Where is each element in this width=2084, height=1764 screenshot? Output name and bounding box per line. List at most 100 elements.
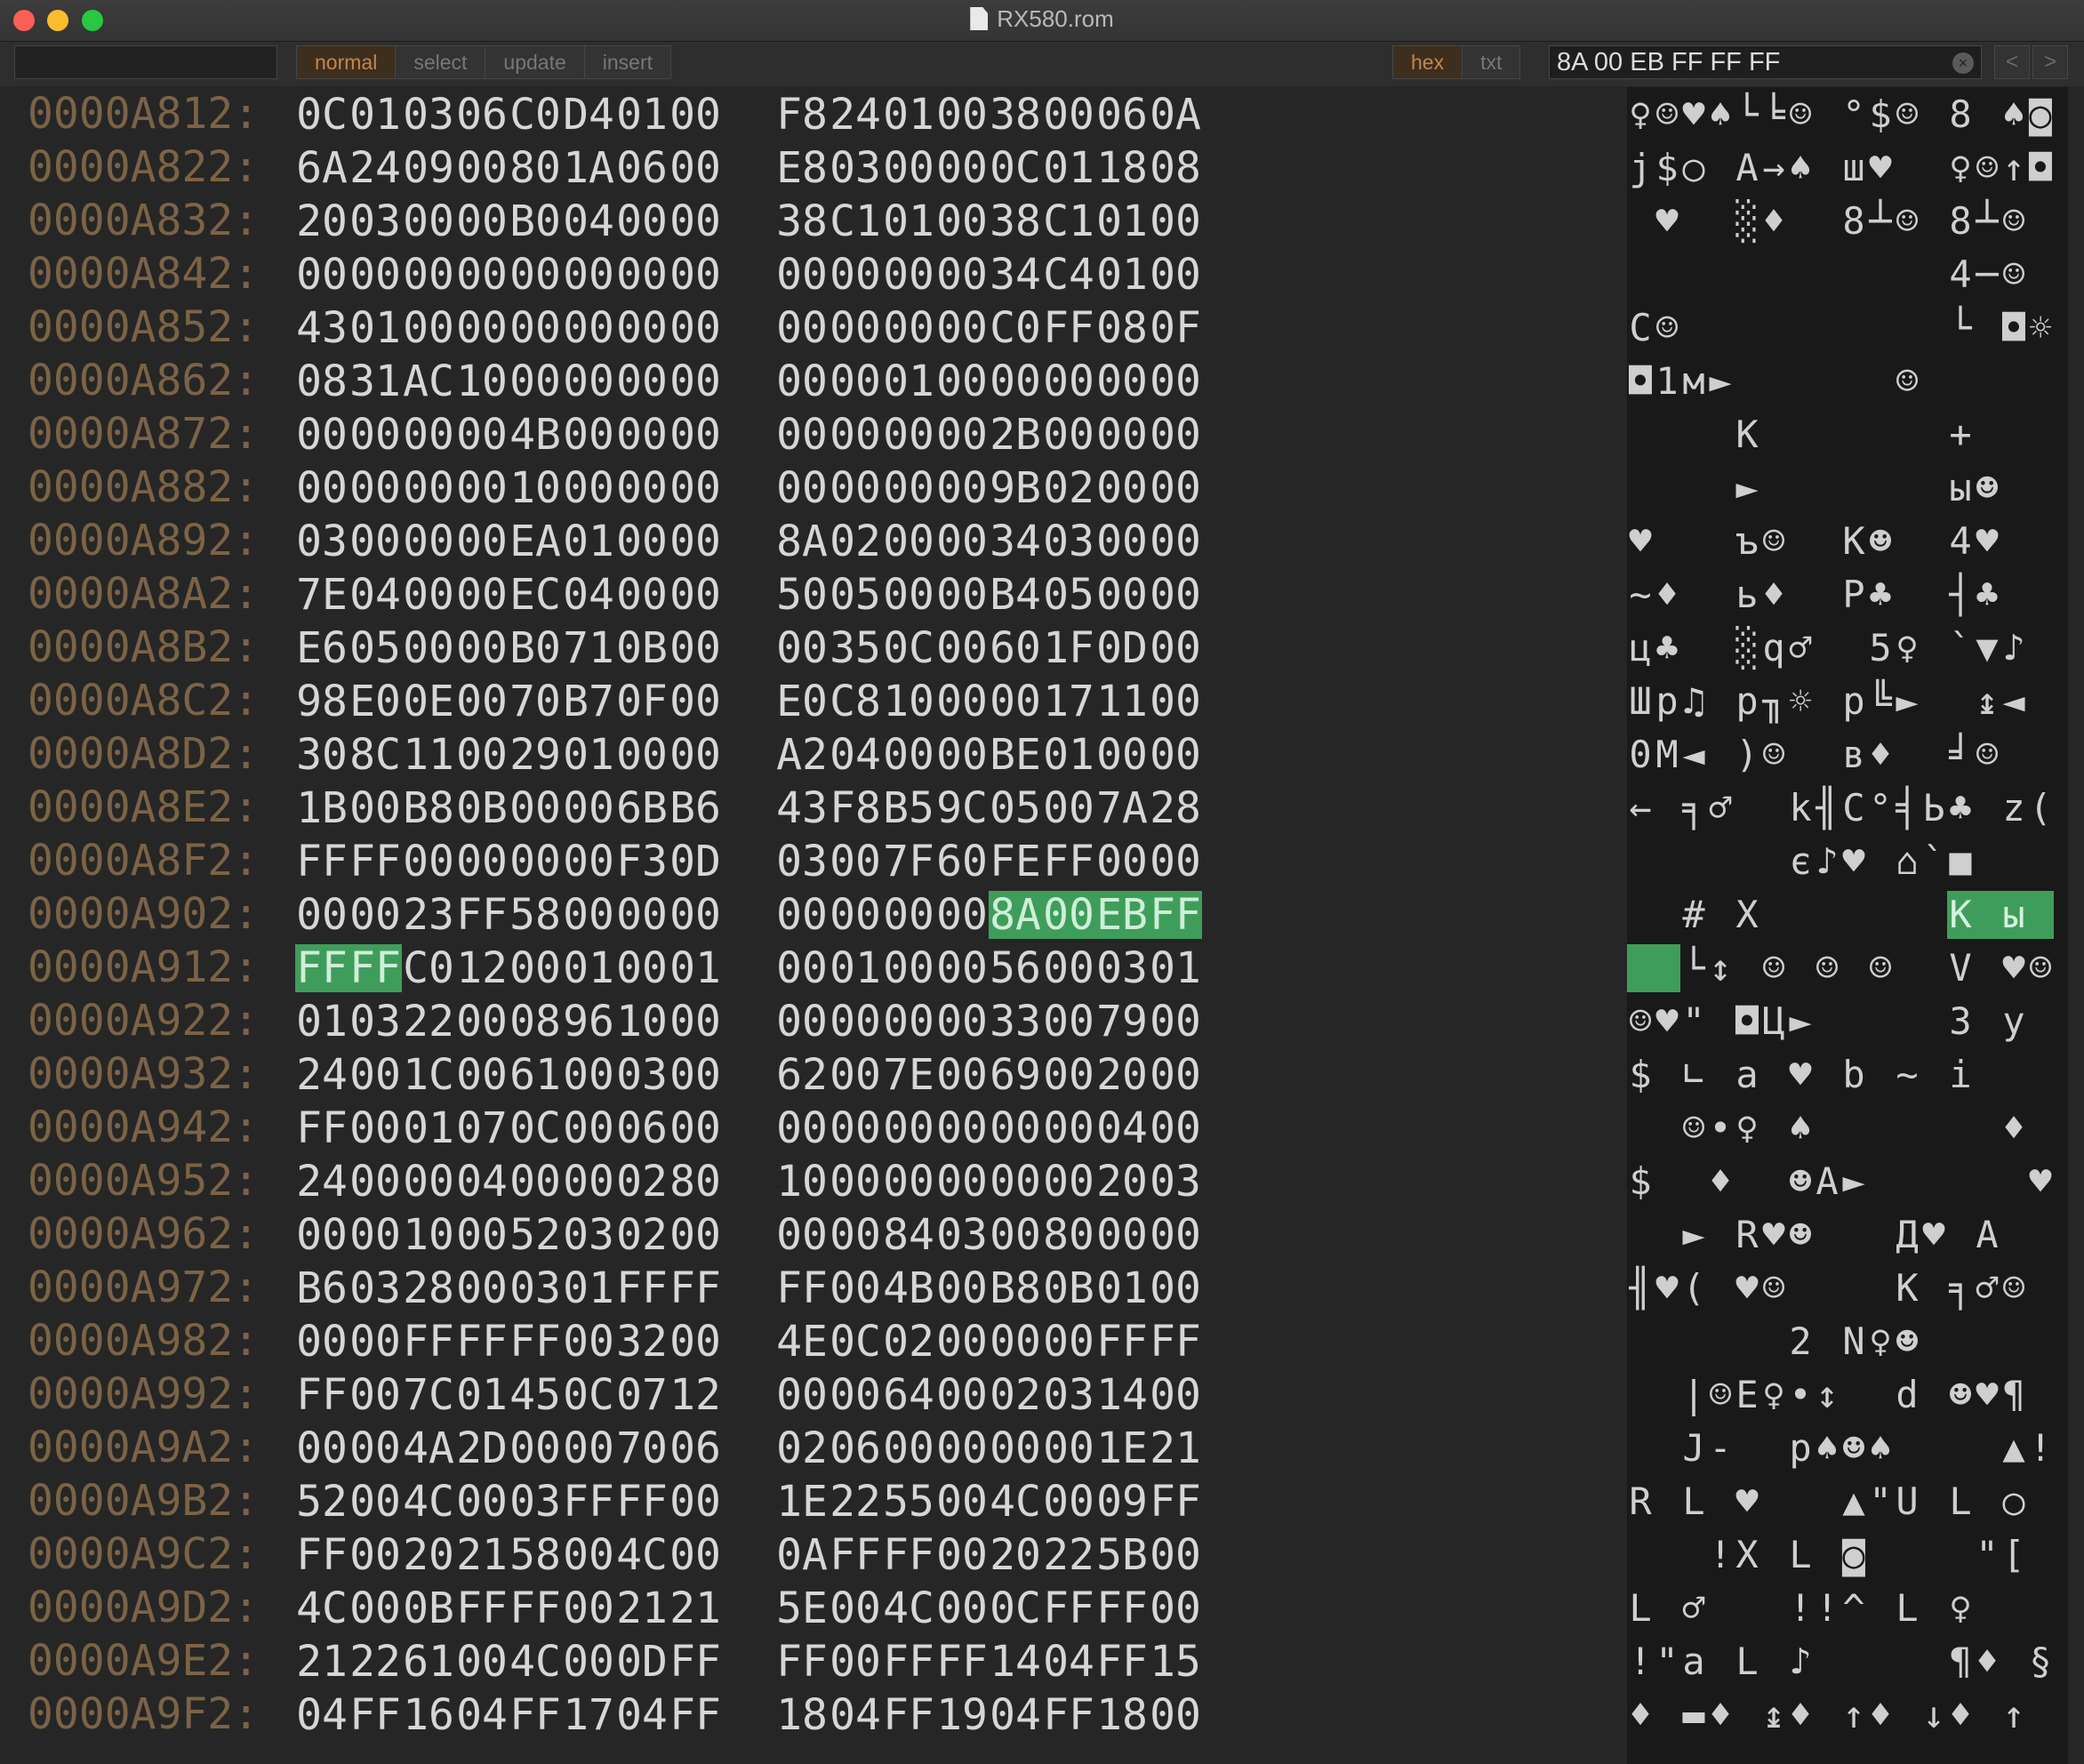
hex-byte[interactable]: 04 xyxy=(562,197,615,245)
hex-byte[interactable]: 0C xyxy=(989,1584,1042,1632)
hex-byte[interactable]: C1 xyxy=(829,197,882,245)
hex-byte[interactable]: 00 xyxy=(1149,678,1202,726)
hex-byte[interactable]: 00 xyxy=(562,1584,615,1632)
hex-byte[interactable]: 00 xyxy=(669,1531,722,1579)
hex-byte[interactable]: 00 xyxy=(402,411,455,459)
hex-byte[interactable]: 00 xyxy=(349,1104,402,1152)
hex-byte[interactable]: 00 xyxy=(455,624,509,672)
hex-byte[interactable]: 04 xyxy=(989,1691,1042,1739)
hex-byte[interactable]: FF xyxy=(295,838,349,886)
hex-byte[interactable]: 12 xyxy=(669,1371,722,1419)
hex-byte[interactable]: 7E xyxy=(295,571,349,619)
hex-byte[interactable]: 00 xyxy=(669,197,722,245)
hex-byte[interactable]: FF xyxy=(562,1478,615,1526)
hex-byte[interactable]: 00 xyxy=(669,1211,722,1259)
hex-byte[interactable]: FF xyxy=(509,1584,562,1632)
hex-byte[interactable]: 04 xyxy=(829,731,882,779)
hex-byte[interactable]: 01 xyxy=(1095,251,1149,299)
hex-byte[interactable]: 03 xyxy=(1095,944,1149,992)
hex-byte[interactable]: EC xyxy=(509,571,562,619)
hex-byte[interactable]: 00 xyxy=(509,944,562,992)
hex-byte[interactable]: 00 xyxy=(935,1531,989,1579)
hex-byte[interactable]: 00 xyxy=(1095,357,1149,405)
hex-byte[interactable]: B6 xyxy=(295,1264,349,1312)
hex-byte[interactable]: FF xyxy=(509,1318,562,1366)
hex-byte[interactable]: 1A xyxy=(562,144,615,192)
hex-byte[interactable]: 00 xyxy=(1149,1211,1202,1259)
hex-byte[interactable]: 00 xyxy=(455,1211,509,1259)
hex-byte[interactable]: 8C xyxy=(349,731,402,779)
hex-byte[interactable]: C8 xyxy=(829,678,882,726)
hex-byte[interactable]: 00 xyxy=(509,1424,562,1472)
hex-byte[interactable]: 00 xyxy=(775,464,829,512)
hex-byte[interactable]: 00 xyxy=(882,891,935,939)
hex-byte[interactable]: 00 xyxy=(935,1424,989,1472)
hex-byte[interactable]: 00 xyxy=(1095,1211,1149,1259)
hex-byte[interactable]: 00 xyxy=(669,464,722,512)
hex-byte[interactable]: 14 xyxy=(989,1638,1042,1686)
hex-byte[interactable]: 18 xyxy=(775,1691,829,1739)
hex-byte[interactable]: 69 xyxy=(989,1051,1042,1099)
hex-byte[interactable]: 06 xyxy=(455,91,509,139)
hex-byte[interactable]: B5 xyxy=(882,784,935,832)
hex-byte[interactable]: 00 xyxy=(402,624,455,672)
hex-byte[interactable]: 11 xyxy=(402,731,455,779)
hex-byte[interactable]: 00 xyxy=(1042,891,1095,939)
hex-byte[interactable]: 00 xyxy=(562,357,615,405)
hex-byte[interactable]: FF xyxy=(1149,1318,1202,1366)
hex-byte[interactable]: 00 xyxy=(455,464,509,512)
hex-byte[interactable]: 14 xyxy=(1095,1371,1149,1419)
hex-byte[interactable]: 00 xyxy=(455,144,509,192)
hex-byte[interactable]: 00 xyxy=(669,357,722,405)
hex-byte[interactable]: 34 xyxy=(989,517,1042,565)
hex-byte[interactable]: FF xyxy=(349,944,402,992)
hex-byte[interactable]: 98 xyxy=(295,678,349,726)
hex-byte[interactable]: 00 xyxy=(882,998,935,1046)
hex-byte[interactable]: 00 xyxy=(295,1318,349,1366)
hex-byte[interactable]: 03 xyxy=(295,517,349,565)
hex-byte[interactable]: 00 xyxy=(1149,731,1202,779)
hex-byte[interactable]: 00 xyxy=(455,998,509,1046)
hex-byte[interactable]: FF xyxy=(1095,1638,1149,1686)
hex-byte[interactable]: 12 xyxy=(455,944,509,992)
hex-byte[interactable]: 28 xyxy=(1149,784,1202,832)
hex-byte[interactable]: 4C xyxy=(882,1584,935,1632)
hex-byte[interactable]: 00 xyxy=(349,1478,402,1526)
previous-match-button[interactable]: < xyxy=(1994,45,2030,79)
hex-byte[interactable]: 52 xyxy=(295,1478,349,1526)
hex-byte[interactable]: 03 xyxy=(349,1264,402,1312)
hex-byte[interactable]: E0 xyxy=(349,678,402,726)
hex-byte[interactable]: 01 xyxy=(615,91,669,139)
hex-byte[interactable]: 00 xyxy=(509,784,562,832)
hex-byte[interactable]: 5B xyxy=(1095,1531,1149,1579)
hex-byte[interactable]: 00 xyxy=(775,1104,829,1152)
hex-byte[interactable]: 03 xyxy=(562,1211,615,1259)
hex-byte[interactable]: 00 xyxy=(935,1584,989,1632)
hex-byte[interactable]: 19 xyxy=(935,1691,989,1739)
hex-byte[interactable]: 01 xyxy=(349,304,402,352)
hex-byte[interactable]: 00 xyxy=(775,357,829,405)
hex-byte[interactable]: 00 xyxy=(882,731,935,779)
hex-byte[interactable]: 00 xyxy=(402,304,455,352)
hex-byte[interactable]: 05 xyxy=(989,784,1042,832)
hex-byte[interactable]: 50 xyxy=(775,571,829,619)
hex-byte[interactable]: 64 xyxy=(882,1371,935,1419)
hex-byte[interactable]: 0A xyxy=(1149,91,1202,139)
hex-byte[interactable]: 03 xyxy=(615,1051,669,1099)
hex-byte[interactable]: 00 xyxy=(829,304,882,352)
hex-byte[interactable]: 00 xyxy=(349,1158,402,1206)
hex-byte[interactable]: 08 xyxy=(1149,144,1202,192)
mode-select-button[interactable]: select xyxy=(396,46,486,78)
hex-byte[interactable]: FF xyxy=(295,1531,349,1579)
hex-byte[interactable]: 00 xyxy=(455,1478,509,1526)
hex-byte[interactable]: 00 xyxy=(562,838,615,886)
hex-byte[interactable]: 00 xyxy=(989,357,1042,405)
hex-byte[interactable]: 00 xyxy=(669,251,722,299)
hex-byte[interactable]: 00 xyxy=(615,464,669,512)
hex-byte[interactable]: 00 xyxy=(829,1104,882,1152)
hex-byte[interactable]: 00 xyxy=(829,1158,882,1206)
hex-byte[interactable]: 02 xyxy=(775,1424,829,1472)
hex-byte[interactable]: 0A xyxy=(775,1531,829,1579)
hex-byte[interactable]: 00 xyxy=(615,731,669,779)
hex-byte[interactable]: 00 xyxy=(562,251,615,299)
